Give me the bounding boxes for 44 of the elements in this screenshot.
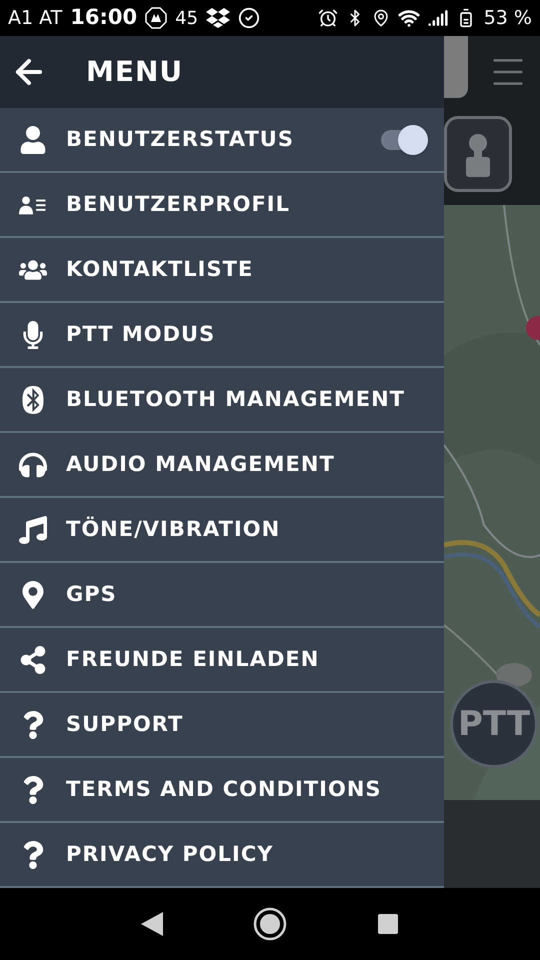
wifi-icon bbox=[398, 7, 420, 29]
recents-icon[interactable] bbox=[377, 913, 399, 935]
menu-item-label: GPS bbox=[66, 580, 117, 608]
check-circle-icon bbox=[238, 7, 260, 29]
flashlight-button[interactable] bbox=[444, 116, 512, 192]
alarm-icon bbox=[318, 8, 338, 28]
back-icon[interactable] bbox=[141, 912, 163, 936]
carrier-label: A1 AT bbox=[8, 6, 62, 31]
menu-item[interactable]: TERMS AND CONDITIONS bbox=[0, 758, 444, 823]
dropbox-icon bbox=[206, 7, 230, 29]
clock: 16:00 bbox=[70, 4, 138, 32]
menu-item[interactable]: BENUTZERPROFIL bbox=[0, 173, 444, 238]
home-icon[interactable] bbox=[253, 907, 287, 941]
menu-item[interactable]: BLUETOOTH MANAGEMENT bbox=[0, 368, 444, 433]
menu-item-label: BLUETOOTH MANAGEMENT bbox=[66, 386, 405, 413]
menu-item-label: PRIVACY POLICY bbox=[66, 840, 274, 868]
menu-item[interactable]: PRIVACY POLICY bbox=[0, 823, 444, 888]
octagon-icon bbox=[145, 7, 168, 29]
drawer-title: MENU bbox=[86, 54, 184, 90]
menu-item-label: AUDIO MANAGEMENT bbox=[66, 450, 335, 478]
menu-item[interactable]: FREUNDE EINLADEN bbox=[0, 628, 444, 693]
battery-percent: 53 % bbox=[484, 6, 532, 31]
menu-item[interactable]: TÖNE/VIBRATION bbox=[0, 498, 444, 563]
menu-item-label: SUPPORT bbox=[66, 710, 184, 738]
menu-item-label: KONTAKTLISTE bbox=[66, 256, 254, 283]
notification-count: 45 bbox=[175, 6, 198, 30]
menu-item[interactable]: PTT MODUS bbox=[0, 303, 444, 368]
location-icon bbox=[372, 9, 390, 27]
person-icon bbox=[19, 126, 47, 154]
headphones-icon bbox=[19, 450, 47, 478]
menu-item[interactable]: GPS bbox=[0, 563, 444, 628]
menu-item[interactable]: KONTAKTLISTE bbox=[0, 238, 444, 303]
menu-item-label: BENUTZERPROFIL bbox=[66, 190, 290, 218]
share-icon bbox=[19, 646, 47, 674]
menu-item-label: FREUNDE EINLADEN bbox=[66, 646, 320, 673]
music-note-icon bbox=[19, 516, 47, 544]
menu-item[interactable]: AUDIO MANAGEMENT bbox=[0, 433, 444, 498]
menu-item-label: BENUTZERSTATUS bbox=[66, 126, 294, 153]
menu-item[interactable]: BENUTZERSTATUS bbox=[0, 108, 444, 173]
menu-item-label: TERMS AND CONDITIONS bbox=[66, 776, 382, 803]
menu-item[interactable]: SUPPORT bbox=[0, 693, 444, 758]
menu-item-label: TÖNE/VIBRATION bbox=[66, 516, 280, 543]
menu-item-label: PTT MODUS bbox=[66, 320, 216, 348]
signal-icon bbox=[428, 8, 448, 28]
